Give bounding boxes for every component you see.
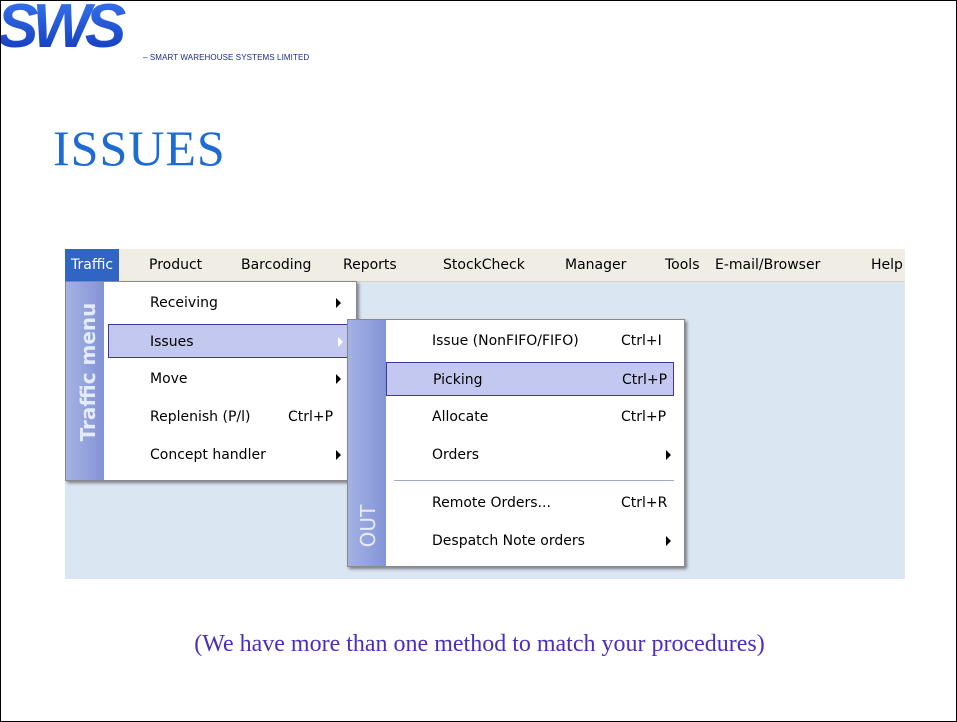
submenu-arrow-icon [336, 450, 341, 460]
menu-barcoding[interactable]: Barcoding [241, 249, 311, 281]
submenu-arrow-icon [666, 536, 671, 546]
menu-item-shortcut: Ctrl+I [621, 333, 662, 349]
menu-item-despatch-note-orders[interactable]: Despatch Note orders [348, 524, 684, 558]
menu-help[interactable]: Help [871, 249, 903, 281]
caption: (We have more than one method to match y… [194, 631, 765, 657]
menu-item-remote-orders[interactable]: Remote Orders... Ctrl+R [348, 486, 684, 520]
menu-item-label: Picking [433, 372, 483, 388]
menu-bar: Traffic Product Barcoding Reports StockC… [65, 249, 905, 282]
menu-item-orders[interactable]: Orders [348, 438, 684, 472]
page-title: ISSUES [53, 120, 226, 176]
menu-item-label: Replenish (P/l) [150, 409, 251, 425]
menu-separator [394, 480, 674, 481]
menu-item-move[interactable]: Move [66, 362, 356, 396]
menu-item-receiving[interactable]: Receiving [66, 286, 356, 320]
menu-item-issues[interactable]: Issues [108, 324, 350, 358]
menu-traffic[interactable]: Traffic [65, 249, 120, 281]
menu-email-browser[interactable]: E-mail/Browser [715, 249, 820, 281]
menu-item-label: Move [150, 371, 188, 387]
menu-item-shortcut: Ctrl+P [622, 372, 668, 388]
sws-logo: SWS [1, 1, 132, 51]
menu-item-shortcut: Ctrl+P [288, 409, 334, 425]
app-screenshot: Traffic Product Barcoding Reports StockC… [65, 249, 905, 579]
submenu-arrow-icon [666, 450, 671, 460]
menu-item-picking[interactable]: Picking Ctrl+P [386, 362, 674, 396]
menu-item-label: Allocate [432, 409, 489, 425]
menu-item-label: Remote Orders... [432, 495, 551, 511]
menu-item-replenish[interactable]: Replenish (P/l) Ctrl+P [66, 400, 356, 434]
menu-item-label: Issues [150, 334, 194, 350]
menu-item-issue-nonfifo[interactable]: Issue (NonFIFO/FIFO) Ctrl+I [348, 324, 684, 358]
menu-item-concept-handler[interactable]: Concept handler [66, 438, 356, 472]
issues-menu: OUT Issue (NonFIFO/FIFO) Ctrl+I Picking … [347, 319, 685, 567]
menu-item-label: Orders [432, 447, 480, 463]
company-name: – SMART WAREHOUSE SYSTEMS LIMITED [143, 53, 310, 62]
menu-item-label: Despatch Note orders [432, 533, 585, 549]
menu-item-allocate[interactable]: Allocate Ctrl+P [348, 400, 684, 434]
menu-item-shortcut: Ctrl+R [621, 495, 668, 511]
menu-tools[interactable]: Tools [665, 249, 700, 281]
slide: SWS – SMART WAREHOUSE SYSTEMS LIMITED IS… [0, 0, 957, 722]
menu-stockcheck[interactable]: StockCheck [443, 249, 525, 281]
menu-item-label: Issue (NonFIFO/FIFO) [432, 333, 579, 349]
submenu-arrow-icon [336, 374, 341, 384]
menu-manager[interactable]: Manager [565, 249, 626, 281]
menu-item-shortcut: Ctrl+P [621, 409, 667, 425]
submenu-arrow-icon [338, 337, 343, 347]
traffic-menu: Traffic menu Receiving Issues Move Reple… [65, 281, 357, 481]
menu-product[interactable]: Product [149, 249, 202, 281]
menu-item-label: Receiving [150, 295, 218, 311]
menu-item-label: Concept handler [150, 447, 266, 463]
menu-reports[interactable]: Reports [343, 249, 397, 281]
submenu-arrow-icon [336, 298, 341, 308]
logo-text: SWS [1, 1, 126, 51]
